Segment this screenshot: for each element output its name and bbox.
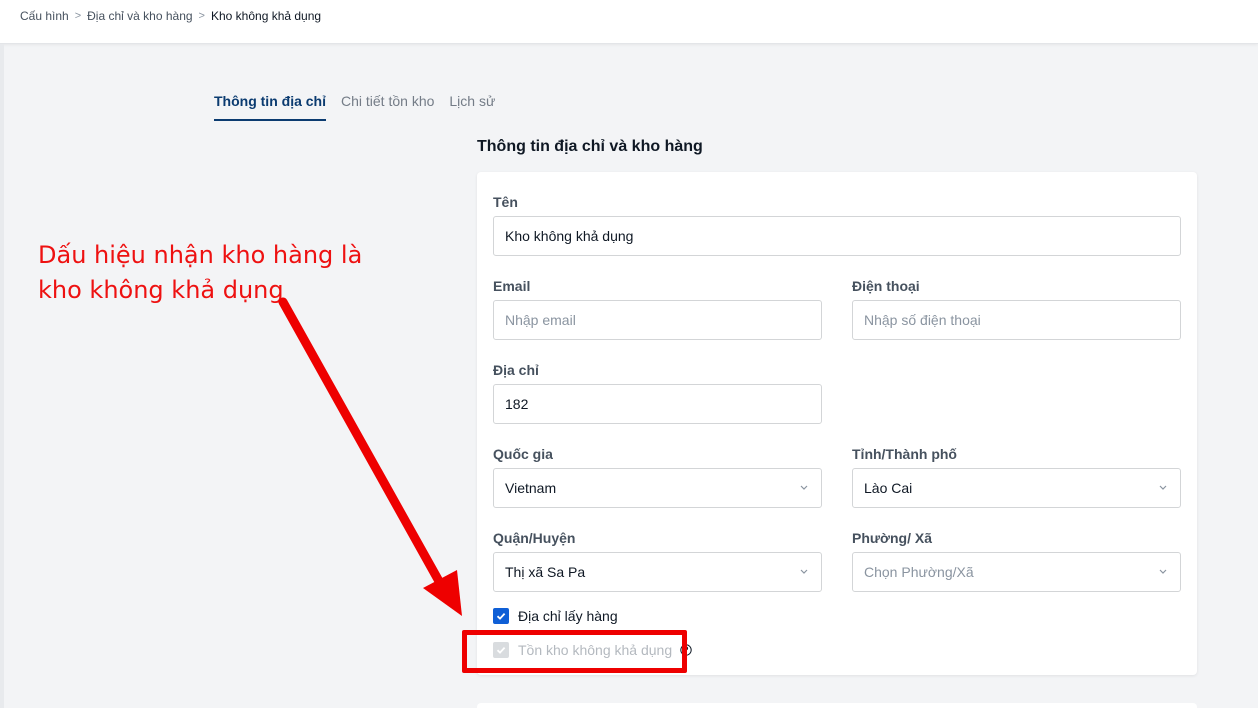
district-value: Thị xã Sa Pa [505, 564, 586, 580]
breadcrumb-current: Kho không khả dụng [210, 9, 322, 23]
address-label: Địa chỉ [493, 362, 539, 378]
breadcrumb: Cấu hình > Địa chỉ và kho hàng > Kho khô… [20, 9, 321, 23]
phone-input[interactable]: Nhập số điện thoại [852, 300, 1181, 340]
name-input[interactable]: Kho không khả dụng [493, 216, 1181, 256]
province-value: Lào Cai [864, 480, 913, 496]
section-title: Thông tin địa chỉ và kho hàng [477, 138, 703, 155]
province-label: Tỉnh/Thành phố [852, 446, 957, 462]
chevron-down-icon [1159, 485, 1167, 490]
breadcrumb-item-config[interactable]: Cấu hình [20, 9, 69, 23]
country-select[interactable]: Vietnam [493, 468, 822, 508]
pickup-address-label: Địa chỉ lấy hàng [518, 608, 618, 624]
phone-label: Điện thoại [852, 278, 920, 294]
tab-stock-details[interactable]: Chi tiết tồn kho [341, 93, 434, 121]
address-input[interactable]: 182 [493, 384, 822, 424]
email-label: Email [493, 278, 531, 294]
name-value: Kho không khả dụng [505, 228, 634, 244]
breadcrumb-separator: > [74, 10, 82, 22]
district-select[interactable]: Thị xã Sa Pa [493, 552, 822, 592]
pickup-address-checkbox-row[interactable]: Địa chỉ lấy hàng [493, 608, 618, 624]
chevron-down-icon [1159, 569, 1167, 574]
district-label: Quận/Huyện [493, 530, 576, 546]
annotation-line-1: Dấu hiệu nhận kho hàng là [38, 241, 363, 269]
breadcrumb-separator: > [198, 10, 205, 22]
email-placeholder: Nhập email [505, 312, 576, 328]
ward-select[interactable]: Chọn Phường/Xã [852, 552, 1181, 592]
tab-history[interactable]: Lịch sử [449, 93, 495, 121]
name-label: Tên [493, 194, 518, 210]
email-input[interactable]: Nhập email [493, 300, 822, 340]
top-bar: Cấu hình > Địa chỉ và kho hàng > Kho khô… [0, 0, 1258, 44]
ward-placeholder: Chọn Phường/Xã [864, 564, 974, 580]
annotation-text: Dấu hiệu nhận kho hàng là kho không khả … [38, 238, 362, 308]
country-label: Quốc gia [493, 446, 553, 462]
ward-label: Phường/ Xã [852, 530, 932, 546]
tab-address-info[interactable]: Thông tin địa chỉ [214, 93, 326, 121]
chevron-down-icon [800, 485, 808, 490]
pickup-address-checkbox[interactable] [493, 608, 509, 624]
chevron-down-icon [800, 569, 808, 574]
tab-bar: Thông tin địa chỉ Chi tiết tồn kho Lịch … [214, 93, 495, 121]
next-card [477, 703, 1197, 708]
annotation-highlight-box [462, 630, 687, 673]
left-strip [0, 44, 4, 708]
country-value: Vietnam [505, 480, 557, 496]
province-select[interactable]: Lào Cai [852, 468, 1181, 508]
phone-placeholder: Nhập số điện thoại [864, 312, 981, 328]
breadcrumb-item-address-warehouse[interactable]: Địa chỉ và kho hàng [87, 9, 192, 23]
check-icon [496, 612, 506, 620]
address-value: 182 [505, 396, 529, 412]
annotation-line-2: kho không khả dụng [38, 276, 284, 304]
